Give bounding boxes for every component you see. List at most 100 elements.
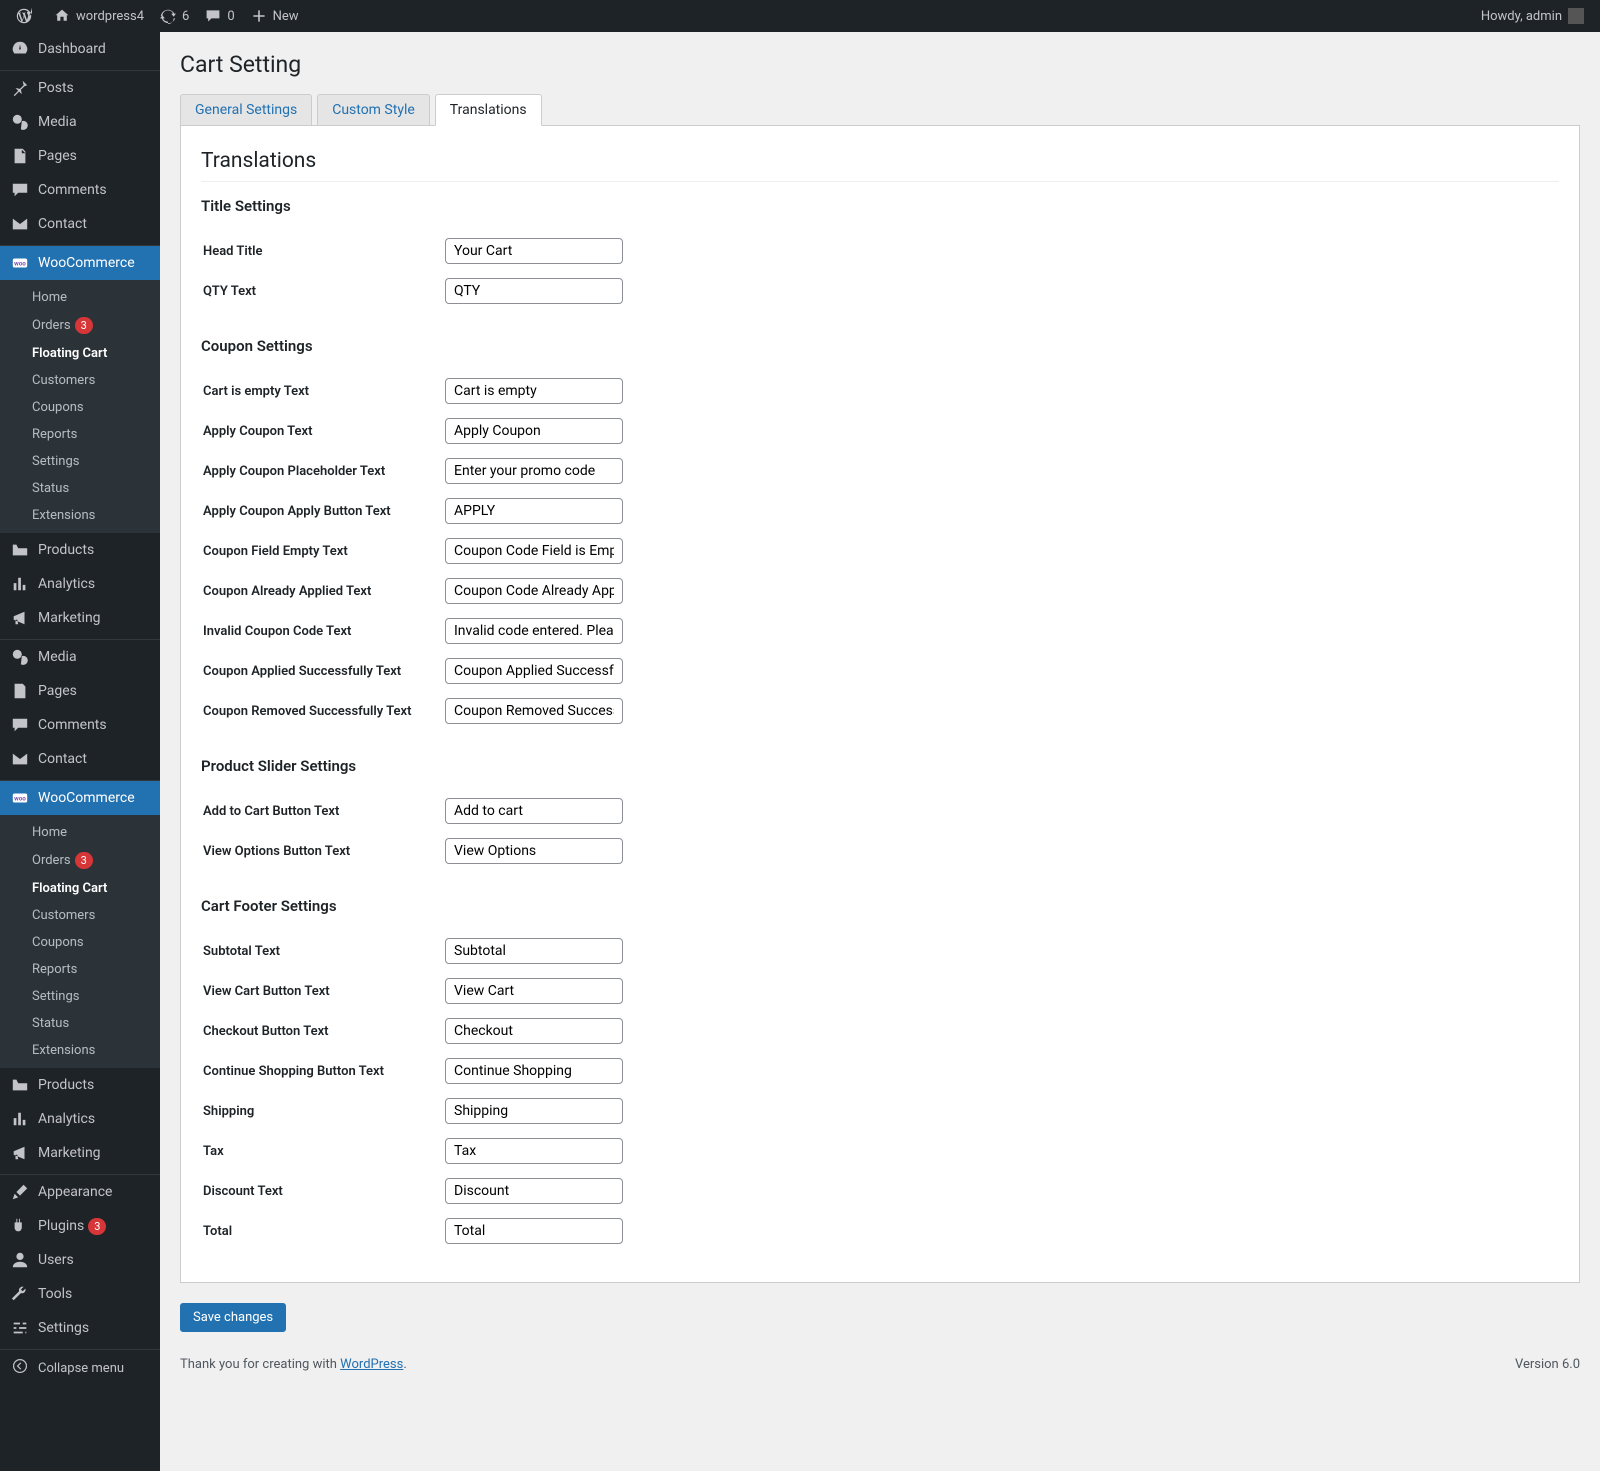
- update-icon: [160, 8, 176, 24]
- input-view-options[interactable]: [445, 838, 623, 864]
- sub-floating-cart[interactable]: Floating Cart: [0, 340, 160, 367]
- tab-general[interactable]: General Settings: [180, 94, 312, 125]
- sub2-settings[interactable]: Settings: [0, 983, 160, 1010]
- label-shipping: Shipping: [203, 1092, 443, 1130]
- label-apply-coupon-btn: Apply Coupon Apply Button Text: [203, 492, 443, 530]
- input-apply-coupon-btn[interactable]: [445, 498, 623, 524]
- menu-pages2[interactable]: Pages: [0, 674, 160, 708]
- input-subtotal[interactable]: [445, 938, 623, 964]
- sub2-customers[interactable]: Customers: [0, 902, 160, 929]
- input-cart-empty[interactable]: [445, 378, 623, 404]
- my-account[interactable]: Howdy, admin: [1473, 0, 1592, 32]
- menu-dashboard[interactable]: Dashboard: [0, 32, 160, 66]
- menu-contact[interactable]: Contact: [0, 207, 160, 241]
- comment-icon: [10, 716, 30, 734]
- collapse-menu[interactable]: Collapse menu: [0, 1350, 160, 1386]
- menu-media2[interactable]: Media: [0, 640, 160, 674]
- tab-translations[interactable]: Translations: [435, 94, 542, 126]
- menu-users-label: Users: [38, 1252, 74, 1268]
- menu-contact2[interactable]: Contact: [0, 742, 160, 776]
- sub-orders[interactable]: Orders3: [0, 311, 160, 340]
- updates[interactable]: 6: [152, 0, 197, 32]
- input-add-to-cart[interactable]: [445, 798, 623, 824]
- sub2-coupons[interactable]: Coupons: [0, 929, 160, 956]
- input-coupon-empty[interactable]: [445, 538, 623, 564]
- input-view-cart[interactable]: [445, 978, 623, 1004]
- input-apply-coupon[interactable]: [445, 418, 623, 444]
- sub2-status[interactable]: Status: [0, 1010, 160, 1037]
- menu-appearance[interactable]: Appearance: [0, 1175, 160, 1209]
- home-icon: [54, 8, 70, 24]
- input-total[interactable]: [445, 1218, 623, 1244]
- wp-logo[interactable]: [8, 0, 46, 32]
- analytics-icon: [10, 1110, 30, 1128]
- submenu-woocommerce: Home Orders3 Floating Cart Customers Cou…: [0, 280, 160, 533]
- menu-products2[interactable]: Products: [0, 1068, 160, 1102]
- sub2-home[interactable]: Home: [0, 819, 160, 846]
- sub-customers[interactable]: Customers: [0, 367, 160, 394]
- menu-tools[interactable]: Tools: [0, 1277, 160, 1311]
- menu-products[interactable]: Products: [0, 533, 160, 567]
- input-coupon-removed[interactable]: [445, 698, 623, 724]
- sub2-orders[interactable]: Orders3: [0, 846, 160, 875]
- input-invalid-coupon[interactable]: [445, 618, 623, 644]
- menu-marketing2[interactable]: Marketing: [0, 1136, 160, 1170]
- woocommerce-icon: woo: [10, 789, 30, 807]
- menu-analytics2[interactable]: Analytics: [0, 1102, 160, 1136]
- pin-icon: [10, 79, 30, 97]
- menu-comments2[interactable]: Comments: [0, 708, 160, 742]
- input-continue[interactable]: [445, 1058, 623, 1084]
- sub-status[interactable]: Status: [0, 475, 160, 502]
- sub-orders-label: Orders: [32, 318, 71, 333]
- new-content[interactable]: New: [243, 0, 307, 32]
- input-coupon-applied[interactable]: [445, 658, 623, 684]
- input-apply-coupon-ph[interactable]: [445, 458, 623, 484]
- media-icon: [10, 648, 30, 666]
- menu-settings-label: Settings: [38, 1320, 89, 1336]
- mail-icon: [10, 750, 30, 768]
- sub-coupons[interactable]: Coupons: [0, 394, 160, 421]
- label-checkout: Checkout Button Text: [203, 1012, 443, 1050]
- menu-comments2-label: Comments: [38, 717, 107, 733]
- save-button[interactable]: Save changes: [180, 1303, 286, 1332]
- input-checkout[interactable]: [445, 1018, 623, 1044]
- input-tax[interactable]: [445, 1138, 623, 1164]
- sub2-reports[interactable]: Reports: [0, 956, 160, 983]
- sub-extensions[interactable]: Extensions: [0, 502, 160, 529]
- panel-translations: Translations Title Settings Head Title Q…: [180, 126, 1580, 1283]
- sub-reports[interactable]: Reports: [0, 421, 160, 448]
- menu-users[interactable]: Users: [0, 1243, 160, 1277]
- footer-wordpress-link[interactable]: WordPress: [340, 1357, 403, 1372]
- site-name[interactable]: wordpress4: [46, 0, 152, 32]
- input-shipping[interactable]: [445, 1098, 623, 1124]
- label-subtotal: Subtotal Text: [203, 932, 443, 970]
- wrench-icon: [10, 1285, 30, 1303]
- menu-woocommerce[interactable]: wooWooCommerce: [0, 246, 160, 280]
- sub-settings[interactable]: Settings: [0, 448, 160, 475]
- sub2-floating-cart[interactable]: Floating Cart: [0, 875, 160, 902]
- menu-dashboard-label: Dashboard: [38, 41, 106, 57]
- menu-analytics2-label: Analytics: [38, 1111, 95, 1127]
- menu-settings[interactable]: Settings: [0, 1311, 160, 1345]
- comments-bubble[interactable]: 0: [197, 0, 242, 32]
- input-qty-text[interactable]: [445, 278, 623, 304]
- tab-custom-style[interactable]: Custom Style: [317, 94, 430, 125]
- user-icon: [10, 1251, 30, 1269]
- sub-home[interactable]: Home: [0, 284, 160, 311]
- svg-text:woo: woo: [14, 260, 26, 268]
- section-coupon-settings: Coupon Settings: [201, 337, 1559, 355]
- input-head-title[interactable]: [445, 238, 623, 264]
- input-discount[interactable]: [445, 1178, 623, 1204]
- menu-woocommerce2[interactable]: wooWooCommerce: [0, 781, 160, 815]
- input-coupon-already[interactable]: [445, 578, 623, 604]
- brush-icon: [10, 1183, 30, 1201]
- menu-analytics[interactable]: Analytics: [0, 567, 160, 601]
- menu-plugins[interactable]: Plugins3: [0, 1209, 160, 1243]
- sub2-extensions[interactable]: Extensions: [0, 1037, 160, 1064]
- menu-media2-label: Media: [38, 649, 77, 665]
- menu-marketing[interactable]: Marketing: [0, 601, 160, 635]
- menu-posts[interactable]: Posts: [0, 71, 160, 105]
- menu-pages[interactable]: Pages: [0, 139, 160, 173]
- menu-media[interactable]: Media: [0, 105, 160, 139]
- menu-comments[interactable]: Comments: [0, 173, 160, 207]
